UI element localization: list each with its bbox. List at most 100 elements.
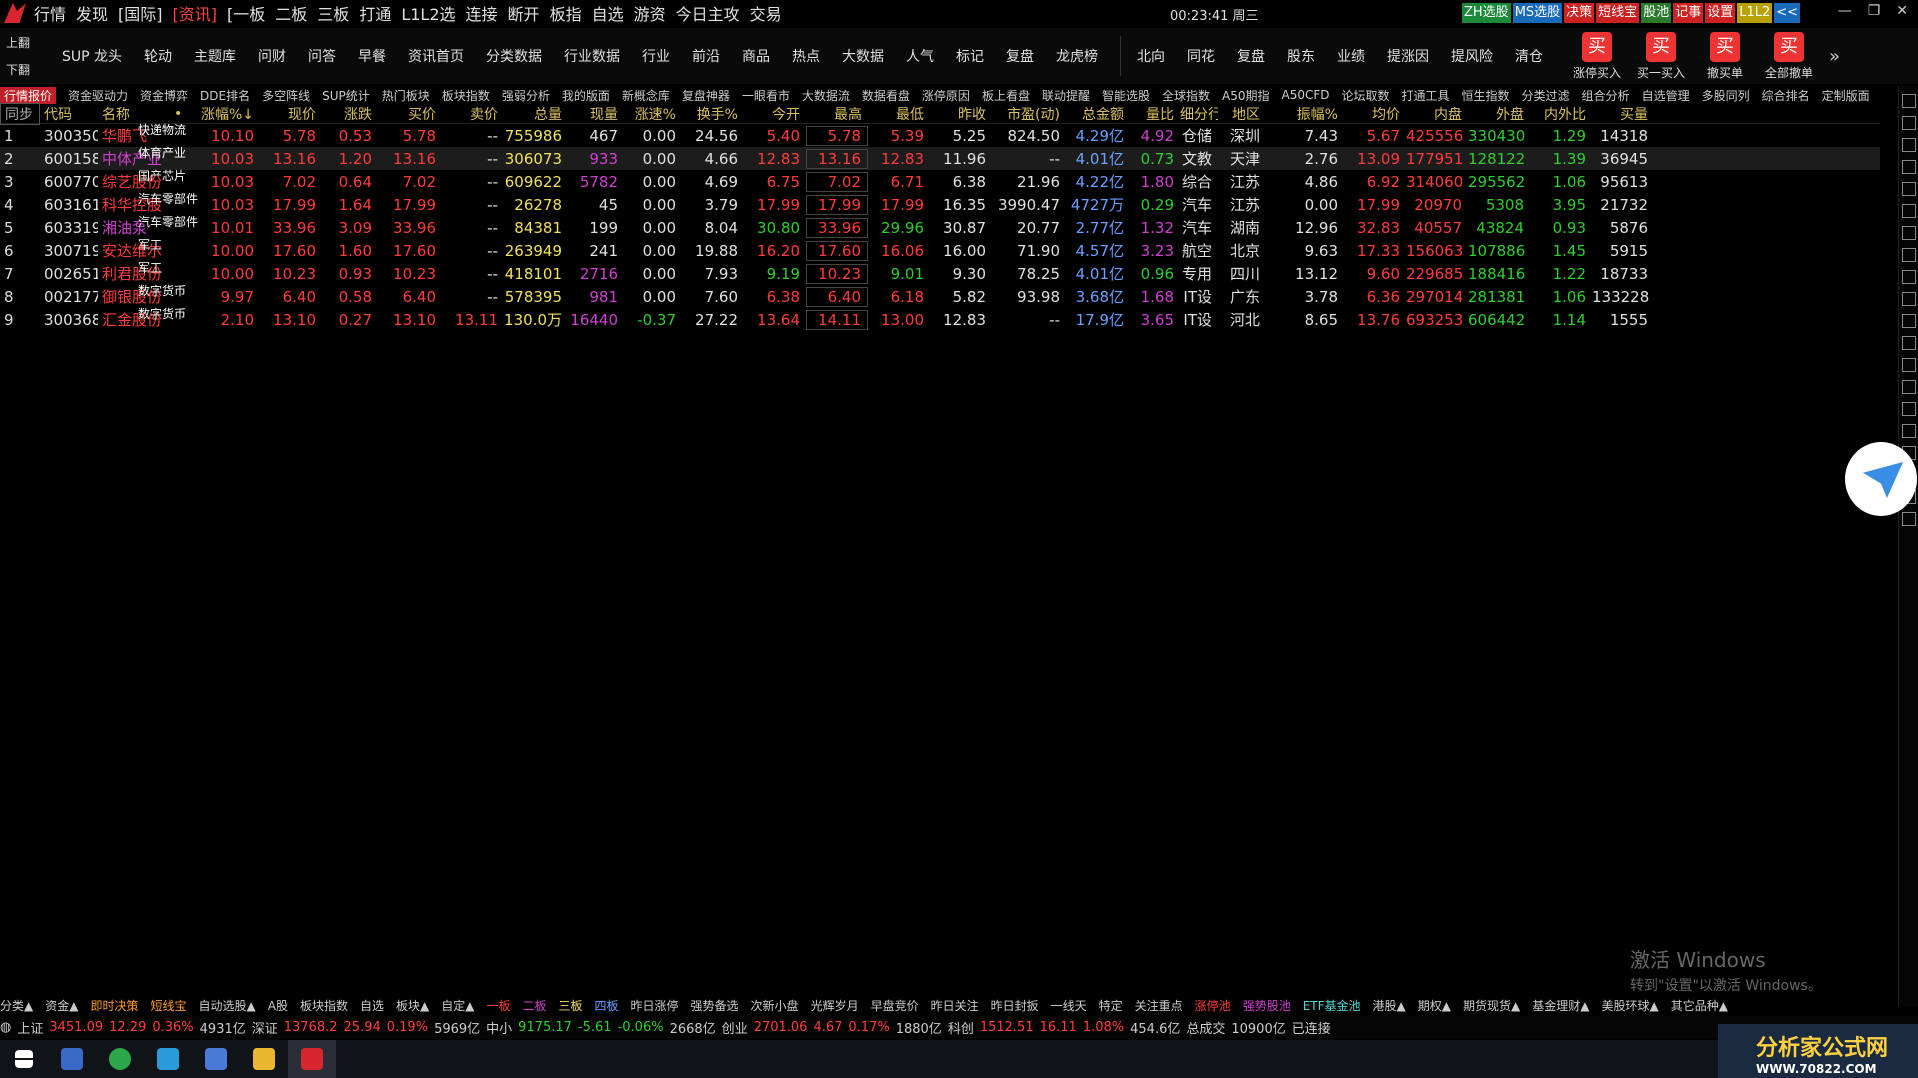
taskbar-app-icon[interactable] [144,1040,192,1078]
badge-button[interactable]: << [1774,3,1801,23]
subtab[interactable]: A50期指 [1222,87,1269,104]
badge-button[interactable]: 短线宝 [1596,3,1640,23]
toolbar-button[interactable]: 问答 [308,46,336,66]
toolbar-button[interactable]: 前沿 [692,46,720,66]
menu-item[interactable]: 交易 [750,1,782,25]
toolbar-button[interactable]: 轮动 [144,46,172,66]
menu-item[interactable]: 打通 [359,1,391,25]
bottom-tab[interactable]: 一板 [486,997,510,1014]
subtab[interactable]: 综合排名 [1762,87,1810,104]
bottom-tab[interactable]: 其它品种▲ [1671,997,1728,1014]
subtab[interactable]: 热门板块 [382,87,430,104]
column-header[interactable]: 代码 [40,104,98,124]
menu-item[interactable]: 三板 [317,1,349,25]
column-header[interactable]: 换手% [682,104,744,124]
subtab[interactable]: 行情报价 [0,86,57,104]
subtab[interactable]: 涨停原因 [922,87,970,104]
toolbar-button[interactable]: 业绩 [1337,46,1365,66]
order-button[interactable]: 买撤买单 [1693,31,1757,81]
subtab[interactable]: 复盘神器 [682,87,730,104]
table-row[interactable]: 8 002177 御银股份 数字货币 9.97 6.40 0.58 6.40 -- 578395 9… [0,284,1880,308]
page-up-button[interactable]: 上翻 [6,34,62,51]
side-tool-icon[interactable] [1901,248,1916,262]
column-header[interactable]: 涨跌 [322,104,378,124]
bottom-tab[interactable]: A股 [268,997,288,1014]
subtab[interactable]: 组合分析 [1582,87,1630,104]
bottom-tab[interactable]: 自动选股▲ [199,997,256,1014]
subtab[interactable]: 全球指数 [1162,87,1210,104]
column-header[interactable]: 昨收 [930,104,992,124]
table-row[interactable]: 3 600770 综艺股份 国产芯片 10.03 7.02 0.64 7.02 -- 609622… [0,169,1880,193]
bottom-tab[interactable]: 四板 [595,997,619,1014]
side-tool-icon[interactable] [1901,182,1916,196]
bottom-tab[interactable]: 自定▲ [441,997,474,1014]
toolbar-button[interactable]: 标记 [956,46,984,66]
bottom-tab[interactable]: 分类▲ [0,997,33,1014]
toolbar-button[interactable]: 复盘 [1006,46,1034,66]
taskbar-app-icon[interactable] [96,1040,144,1078]
minimize-icon[interactable]: — [1838,3,1852,19]
menu-item[interactable]: 发现 [76,1,108,25]
toolbar-button[interactable]: 分类数据 [486,46,542,66]
bottom-tab[interactable]: 美股环球▲ [1601,997,1658,1014]
side-tool-icon[interactable] [1901,270,1916,284]
column-header[interactable]: 最低 [868,104,930,124]
restore-icon[interactable]: ❐ [1868,3,1881,19]
toolbar-button[interactable]: 股东 [1287,46,1315,66]
side-tool-icon[interactable] [1901,292,1916,306]
column-header[interactable]: 内外比 [1530,104,1592,124]
side-tool-icon[interactable] [1901,204,1916,218]
subtab[interactable]: 多空阵线 [262,87,310,104]
side-tool-icon[interactable] [1901,336,1916,350]
subtab[interactable]: 一眼看市 [742,87,790,104]
bottom-tab[interactable]: 涨停池 [1195,997,1231,1014]
toolbar-button[interactable]: 行业数据 [564,46,620,66]
subtab[interactable]: 智能选股 [1102,87,1150,104]
subtab[interactable]: 打通工具 [1402,87,1450,104]
column-header[interactable]: 现量 [568,104,624,124]
bottom-tab[interactable]: 昨日关注 [931,997,979,1014]
toolbar-button[interactable]: 资讯首页 [408,46,464,66]
bottom-tab[interactable]: ETF基金池 [1303,997,1361,1014]
side-tool-icon[interactable] [1901,94,1916,108]
bottom-tab[interactable]: 二板 [522,997,546,1014]
column-header[interactable]: 地区 [1218,104,1266,124]
toolbar-button[interactable]: 商品 [742,46,770,66]
subtab[interactable]: 板上看盘 [982,87,1030,104]
bottom-tab[interactable]: 一线天 [1051,997,1087,1014]
subtab[interactable]: 联动提醒 [1042,87,1090,104]
side-tool-icon[interactable] [1901,116,1916,130]
floating-assistant-icon[interactable] [1845,442,1917,516]
column-header[interactable]: • [170,106,196,122]
menu-item[interactable]: 断开 [508,1,540,25]
menu-item[interactable]: 二板 [275,1,307,25]
subtab[interactable]: 多股同列 [1702,87,1750,104]
badge-button[interactable]: MS选股 [1512,3,1563,23]
badge-button[interactable]: 股池 [1641,3,1672,23]
table-row[interactable]: 9 300368 汇金股份 数字货币 2.10 13.10 0.27 13.10 13.11 13… [0,307,1880,331]
toolbar-button[interactable]: 复盘 [1237,46,1265,66]
bottom-tab[interactable]: 昨日涨停 [631,997,679,1014]
table-row[interactable]: 2 600158 中体产业 体育产业 10.03 13.16 1.20 13.16 -- 3060… [0,146,1880,170]
taskbar-folder-icon[interactable] [240,1040,288,1078]
table-row[interactable]: 7 002651 利君股份 军工 10.00 10.23 0.93 10.23 -- 418101… [0,261,1880,285]
toolbar-button[interactable]: 清仓 [1515,46,1543,66]
badge-button[interactable]: ZH选股 [1462,3,1511,23]
more-chevron-icon[interactable]: » [1829,46,1840,67]
column-header[interactable]: 同步 [0,102,40,125]
menu-item[interactable]: 游资 [634,1,666,25]
table-row[interactable]: 5 603319 湘油泵 汽车零部件 10.01 33.96 3.09 33.96 -- 8438… [0,215,1880,239]
menu-item[interactable]: 今日主攻 [676,1,740,25]
bottom-tab[interactable]: 港股▲ [1373,997,1406,1014]
order-button[interactable]: 买买一买入 [1629,31,1693,81]
taskbar-app-icon[interactable] [48,1040,96,1078]
subtab[interactable]: 我的版面 [562,87,610,104]
menu-item[interactable]: [资讯] [173,1,218,25]
badge-button[interactable]: 记事 [1673,3,1704,23]
subtab[interactable]: 新概念库 [622,87,670,104]
subtab[interactable]: DDE排名 [200,87,250,104]
bottom-tab[interactable]: 板块▲ [396,997,429,1014]
table-row[interactable]: 1 300350 华鹏飞 快递物流 10.10 5.78 0.53 5.78 -- 755986 4… [0,123,1880,147]
bottom-tab[interactable]: 短线宝 [150,997,186,1014]
column-header[interactable]: 涨速% [624,104,682,124]
